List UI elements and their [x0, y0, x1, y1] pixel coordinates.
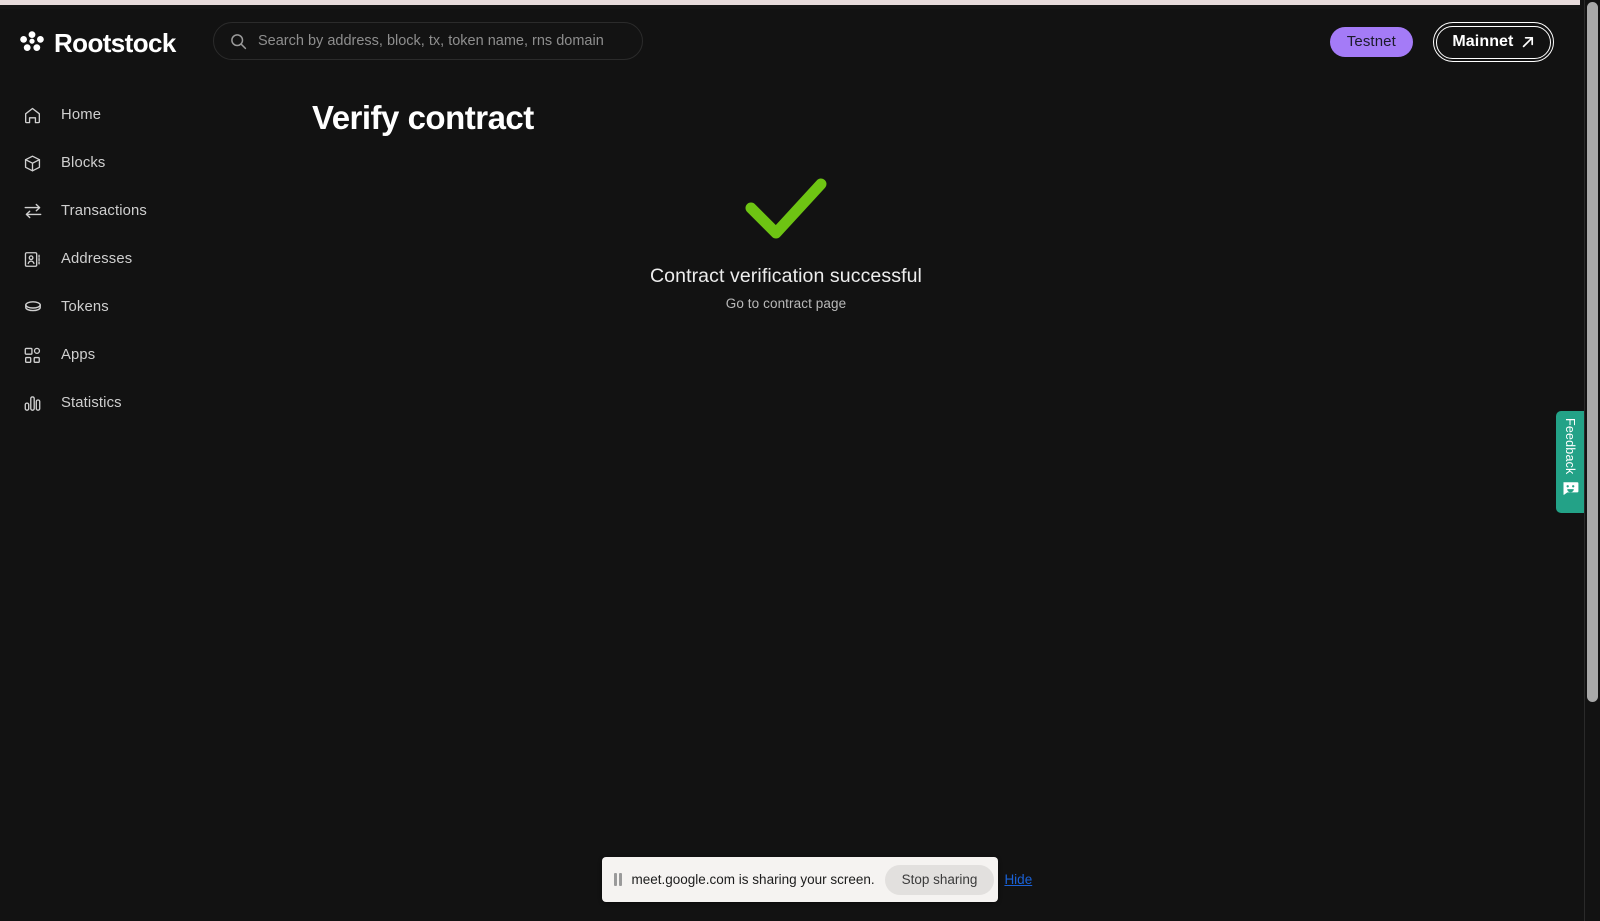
- feedback-tab[interactable]: Feedback: [1556, 411, 1584, 513]
- app-root: Rootstock Testnet Mainnet: [0, 0, 1600, 921]
- testnet-button[interactable]: Testnet: [1329, 27, 1413, 57]
- network-switcher: Testnet Mainnet: [1329, 22, 1554, 62]
- cube-icon: [22, 153, 43, 174]
- bar-chart-icon: [22, 393, 43, 414]
- site-header: Rootstock Testnet Mainnet: [0, 9, 1580, 77]
- sidebar-item-label: Tokens: [61, 299, 109, 315]
- search-icon: [230, 33, 247, 50]
- brand-logo[interactable]: Rootstock: [19, 28, 176, 59]
- green-checkmark-icon: [741, 170, 831, 253]
- scrollbar-thumb[interactable]: [1587, 2, 1598, 702]
- sidebar-item-label: Apps: [61, 347, 96, 363]
- go-to-contract-page-link[interactable]: Go to contract page: [726, 296, 846, 311]
- share-message: meet.google.com is sharing your screen.: [631, 872, 875, 887]
- home-icon: [22, 105, 43, 126]
- sidebar-item-tokens[interactable]: Tokens: [0, 292, 215, 322]
- sidebar-item-label: Transactions: [61, 203, 147, 219]
- stop-sharing-button[interactable]: Stop sharing: [884, 864, 995, 895]
- result-title: Contract verification successful: [650, 265, 922, 287]
- sidebar-item-blocks[interactable]: Blocks: [0, 148, 215, 178]
- apps-grid-icon: [22, 345, 43, 366]
- sidebar-item-label: Statistics: [61, 395, 122, 411]
- sidebar-item-transactions[interactable]: Transactions: [0, 196, 215, 226]
- hide-link[interactable]: Hide: [1004, 872, 1032, 887]
- transfer-arrows-icon: [22, 201, 43, 222]
- page-title: Verify contract: [312, 99, 534, 136]
- pause-icon: [614, 873, 622, 886]
- mainnet-label: Mainnet: [1452, 32, 1514, 50]
- sidebar-item-statistics[interactable]: Statistics: [0, 388, 215, 418]
- mainnet-button[interactable]: Mainnet: [1436, 25, 1551, 59]
- contact-card-icon: [22, 249, 43, 270]
- sidebar-item-home[interactable]: Home: [0, 100, 215, 130]
- sidebar-item-apps[interactable]: Apps: [0, 340, 215, 370]
- sidebar-item-label: Blocks: [61, 155, 106, 171]
- page-scrollbar[interactable]: [1584, 0, 1600, 921]
- brand-name: Rootstock: [54, 27, 176, 58]
- screen-share-bar: meet.google.com is sharing your screen. …: [602, 857, 1032, 902]
- sidebar-item-label: Addresses: [61, 251, 133, 267]
- verification-result: Contract verification successful Go to c…: [215, 170, 1357, 311]
- sidebar-item-addresses[interactable]: Addresses: [0, 244, 215, 274]
- arrow-up-right-icon: [1521, 35, 1535, 49]
- smiley-face-icon: [1562, 481, 1579, 501]
- main-content: Verify contract Contract verification su…: [215, 88, 1584, 921]
- coin-icon: [22, 297, 43, 318]
- rootstock-clover-icon: [19, 30, 45, 56]
- feedback-label: Feedback: [1563, 418, 1577, 475]
- search-input[interactable]: [258, 33, 626, 49]
- mainnet-button-focus-ring[interactable]: Mainnet: [1432, 22, 1554, 62]
- search-bar[interactable]: [213, 22, 643, 60]
- main-sidebar: Home Blocks Transactions Addresses Token…: [0, 96, 215, 436]
- sidebar-item-label: Home: [61, 107, 102, 123]
